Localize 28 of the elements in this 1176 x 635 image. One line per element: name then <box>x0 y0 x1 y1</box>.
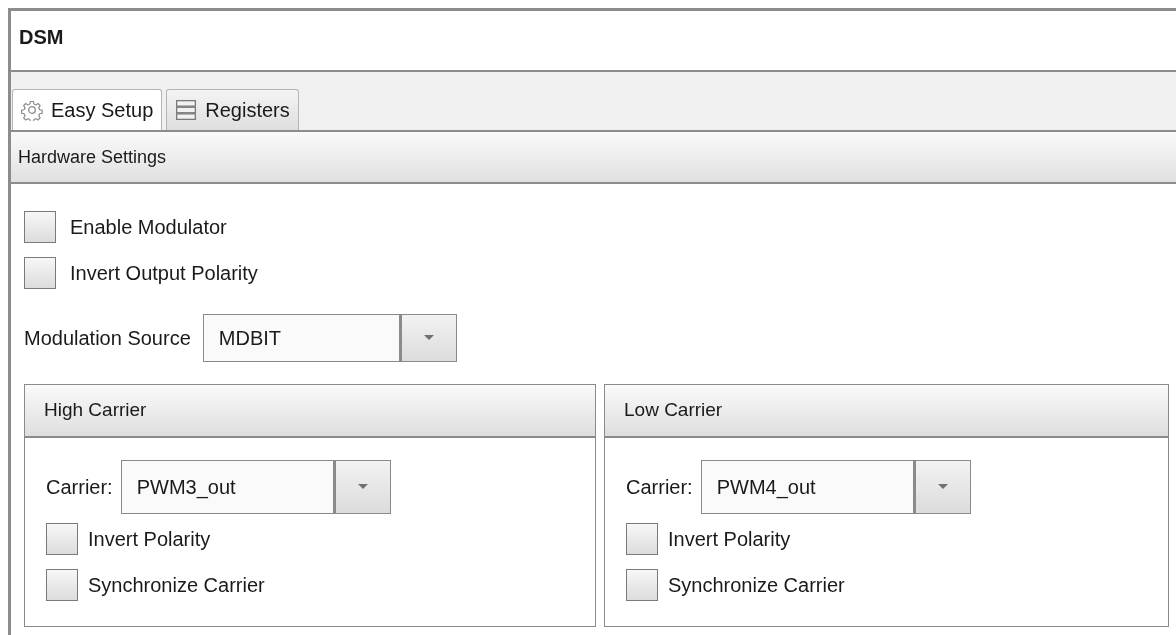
caret-icon <box>423 335 434 341</box>
section-header: Hardware Settings <box>11 132 1176 184</box>
checkbox-label: Synchronize Carrier <box>88 573 265 597</box>
checkbox-label: Enable Modulator <box>70 215 227 239</box>
checkbox[interactable] <box>46 569 78 601</box>
checkbox-label: Invert Output Polarity <box>70 261 258 285</box>
stacked-rows-icon <box>175 99 198 121</box>
checkbox-label: Invert Polarity <box>668 527 791 551</box>
tab[interactable]: Registers <box>166 89 299 130</box>
checkbox[interactable] <box>626 523 658 555</box>
checkbox[interactable] <box>24 211 56 243</box>
dropdown[interactable]: MDBIT <box>202 314 457 362</box>
gear-icon <box>21 99 43 121</box>
field-label: Carrier: <box>46 475 113 499</box>
checkbox[interactable] <box>626 569 658 601</box>
caret-icon <box>357 484 368 490</box>
checkbox-label: Invert Polarity <box>88 527 211 551</box>
dropdown[interactable]: PWM4_out <box>700 460 971 514</box>
caret-icon <box>937 484 948 490</box>
tab[interactable]: Easy Setup <box>12 89 163 130</box>
dropdown[interactable]: PWM3_out <box>120 460 391 514</box>
field-label: Modulation Source <box>24 326 191 350</box>
group-header: High Carrier <box>25 385 595 438</box>
field-label: Carrier: <box>626 475 693 499</box>
checkbox[interactable] <box>46 523 78 555</box>
checkbox-label: Synchronize Carrier <box>668 573 845 597</box>
group-header: Low Carrier <box>605 385 1168 438</box>
checkbox[interactable] <box>24 257 56 289</box>
